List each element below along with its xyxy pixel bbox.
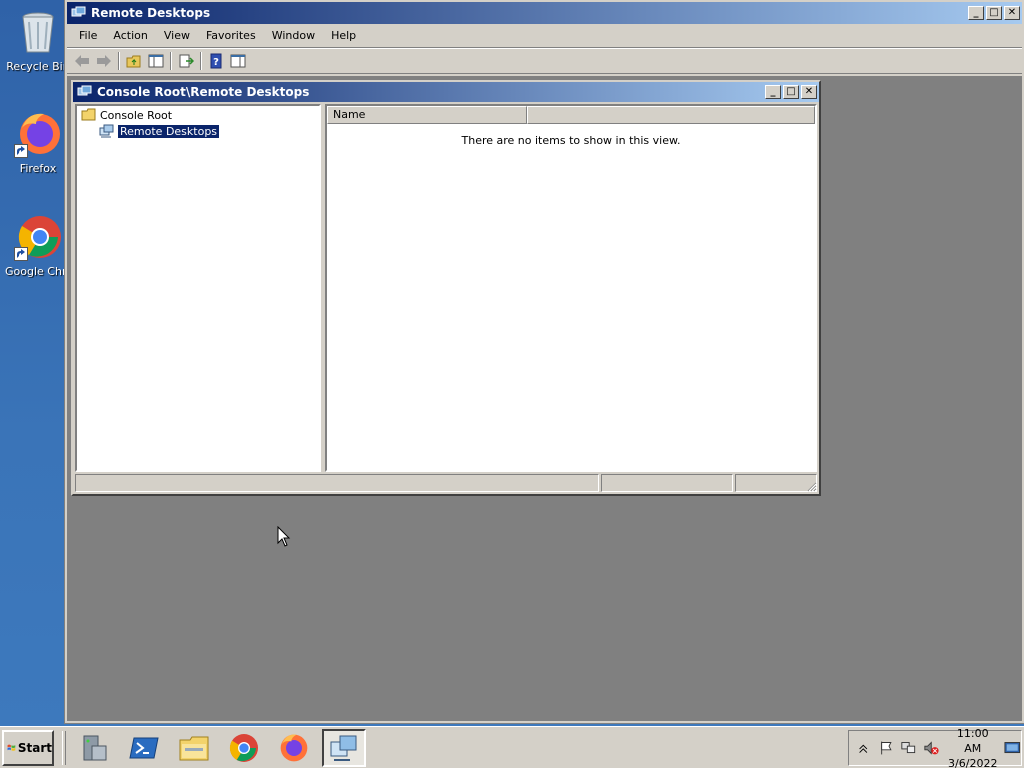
shortcut-arrow-icon (14, 247, 28, 261)
taskbar: Start 11:00 AM 3/6/2022 (0, 726, 1024, 768)
mdi-workspace: Console Root\Remote Desktops _ □ ✕ Conso… (67, 76, 1022, 721)
chrome-icon (14, 213, 62, 261)
shortcut-arrow-icon (14, 144, 28, 158)
volume-muted-icon[interactable] (923, 740, 940, 756)
up-one-level-button[interactable] (123, 50, 145, 72)
tree-item-label: Console Root (100, 108, 173, 122)
status-panel-main (75, 474, 599, 492)
tree-item-label: Remote Desktops (118, 124, 220, 138)
taskbar-remote-desktops[interactable] (322, 728, 366, 767)
system-tray: 11:00 AM 3/6/2022 (848, 727, 1022, 768)
remote-desktops-icon (71, 6, 87, 20)
status-panel-2 (601, 474, 733, 492)
minimize-button[interactable]: _ (968, 6, 984, 20)
forward-button[interactable] (93, 50, 115, 72)
firefox-icon (14, 110, 62, 158)
column-header-name[interactable]: Name (327, 106, 527, 124)
desktop-icon-label: Google Chrome (5, 265, 67, 278)
help-icon: ? (210, 53, 222, 69)
close-button[interactable]: ✕ (1004, 6, 1020, 20)
desktop-icon-label: Firefox (19, 162, 57, 175)
menu-action[interactable]: Action (105, 24, 155, 48)
split-panes: Console Root Remote Desktops Name There … (75, 104, 817, 472)
taskbar-grip (62, 730, 66, 765)
menu-view[interactable]: View (156, 24, 198, 48)
taskbar-chrome[interactable] (222, 729, 266, 767)
back-icon (75, 55, 89, 67)
tree-item-remote-desktops[interactable]: Remote Desktops (99, 123, 220, 139)
forward-icon (97, 55, 111, 67)
taskbar-explorer[interactable] (172, 729, 216, 767)
server-manager-icon (83, 735, 107, 760)
child-maximize-button[interactable]: □ (783, 85, 799, 99)
toolbar-separator (118, 52, 120, 70)
child-minimize-button[interactable]: _ (765, 85, 781, 99)
svg-text:?: ? (213, 57, 219, 68)
chrome-icon (229, 733, 258, 762)
desktop-icon-label: Recycle Bin (6, 60, 70, 73)
show-hidden-icons-chevron-icon[interactable] (855, 740, 872, 756)
results-list[interactable]: Name There are no items to show in this … (325, 104, 817, 472)
start-label: Start (17, 740, 52, 755)
tree-item-console-root[interactable]: Console Root (81, 107, 172, 123)
child-close-button[interactable]: ✕ (801, 85, 817, 99)
status-bar (75, 474, 817, 492)
main-title-bar[interactable]: Remote Desktops _ □ ✕ (67, 2, 1022, 24)
menu-favorites[interactable]: Favorites (198, 24, 264, 48)
folder-icon (81, 108, 96, 121)
start-button[interactable]: Start (2, 729, 54, 766)
show-hide-action-pane-icon (230, 54, 246, 68)
empty-list-message: There are no items to show in this view. (461, 134, 681, 147)
desktop-icon-recycle-bin[interactable]: Recycle Bin (5, 8, 71, 73)
tray-clock[interactable]: 11:00 AM 3/6/2022 (947, 726, 998, 768)
remote-desktops-icon (99, 124, 114, 138)
remote-desktops-icon (77, 85, 93, 99)
show-hide-action-pane-button[interactable] (227, 50, 249, 72)
toolbar-separator (170, 52, 172, 70)
remote-desktops-icon (330, 735, 357, 761)
menu-file[interactable]: File (71, 24, 105, 48)
show-desktop-icon[interactable] (1004, 740, 1021, 756)
maximize-button[interactable]: □ (986, 6, 1002, 20)
up-folder-icon (126, 55, 141, 68)
recycle-bin-icon (14, 8, 62, 56)
console-tree[interactable]: Console Root Remote Desktops (75, 104, 321, 472)
toolbar-separator (200, 52, 202, 70)
menu-window[interactable]: Window (264, 24, 323, 48)
taskbar-powershell[interactable] (122, 729, 166, 767)
menu-help[interactable]: Help (323, 24, 364, 48)
back-button[interactable] (71, 50, 93, 72)
column-header-empty[interactable] (527, 106, 815, 124)
show-hide-tree-icon (148, 54, 164, 68)
child-title-bar[interactable]: Console Root\Remote Desktops _ □ ✕ (73, 82, 819, 102)
windows-flag-icon (7, 744, 16, 751)
export-list-icon (179, 54, 194, 68)
help-button[interactable]: ? (205, 50, 227, 72)
export-list-button[interactable] (175, 50, 197, 72)
show-hide-console-tree-button[interactable] (145, 50, 167, 72)
action-center-flag-icon[interactable] (878, 740, 895, 756)
clock-date: 3/6/2022 (948, 756, 998, 768)
column-header-row: Name (327, 106, 815, 124)
powershell-icon (129, 737, 159, 758)
toolbar: ? (67, 48, 1022, 74)
main-window: Remote Desktops _ □ ✕ File Action View F… (64, 0, 1024, 724)
explorer-icon (179, 736, 209, 760)
menu-bar: File Action View Favorites Window Help (67, 24, 1022, 48)
network-icon[interactable] (900, 740, 917, 756)
resize-grip-icon[interactable] (805, 480, 817, 492)
clock-time: 11:00 AM (956, 726, 989, 755)
mouse-cursor-icon (277, 526, 291, 547)
taskbar-firefox[interactable] (272, 729, 316, 767)
firefox-icon (280, 734, 308, 761)
window-title: Remote Desktops (91, 6, 211, 20)
desktop-icon-google-chrome[interactable]: Google Chrome (5, 213, 71, 278)
taskbar-server-manager[interactable] (72, 729, 116, 767)
child-window-title: Console Root\Remote Desktops (97, 85, 310, 99)
console-child-window: Console Root\Remote Desktops _ □ ✕ Conso… (70, 79, 822, 497)
desktop-icon-firefox[interactable]: Firefox (5, 110, 71, 175)
